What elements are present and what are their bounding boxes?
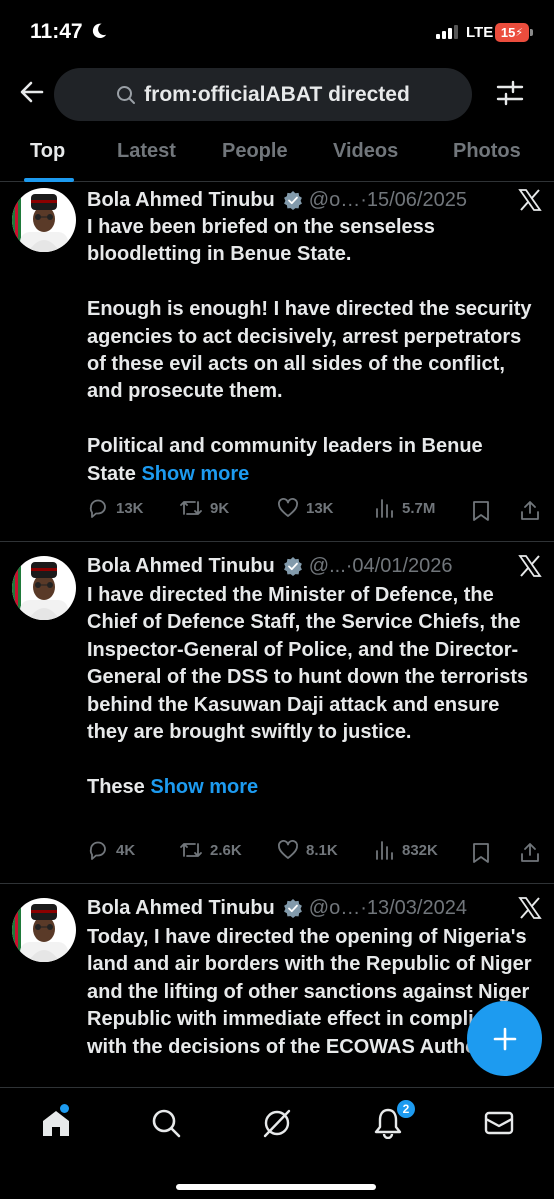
views-button[interactable]: 832K xyxy=(375,839,438,861)
like-button[interactable]: 8.1K xyxy=(277,839,338,861)
reply-count: 13K xyxy=(116,499,144,517)
tweet-date: ·13/03/2024 xyxy=(360,896,467,919)
battery-tip xyxy=(530,29,533,36)
tweet[interactable]: Bola Ahmed Tinubu @... ·04/01/2026 I hav… xyxy=(0,542,554,884)
tab-latest[interactable]: Latest xyxy=(117,140,176,163)
repost-icon xyxy=(180,501,202,515)
repost-count: 2.6K xyxy=(210,841,242,859)
avatar[interactable] xyxy=(12,188,76,252)
battery-icon: 15 ⚡ xyxy=(495,23,529,42)
tweet-paragraph-text: These xyxy=(87,775,145,798)
battery-level: 15 xyxy=(500,25,516,40)
tweet-paragraph: Political and community leaders in Benue… xyxy=(87,433,537,488)
repost-count: 9K xyxy=(210,499,230,517)
tweet-paragraph: Enough is enough! I have directed the se… xyxy=(87,298,532,403)
home-indicator xyxy=(176,1184,376,1190)
like-count: 13K xyxy=(306,499,334,517)
tab-top[interactable]: Top xyxy=(30,140,65,163)
reply-count: 4K xyxy=(116,841,136,859)
author-name[interactable]: Bola Ahmed Tinubu xyxy=(87,897,275,920)
tweet-header: Bola Ahmed Tinubu @o… ·13/03/2024 xyxy=(87,894,536,922)
views-icon xyxy=(376,841,393,860)
reply-icon xyxy=(89,841,106,860)
author-name[interactable]: Bola Ahmed Tinubu xyxy=(87,189,275,212)
author-handle: @o… xyxy=(308,188,361,211)
reply-button[interactable]: 13K xyxy=(87,497,144,519)
heart-icon xyxy=(278,498,298,517)
tweet-paragraph: These Show more xyxy=(87,774,537,801)
author-handle: @... xyxy=(308,554,346,577)
tweet[interactable]: Bola Ahmed Tinubu @o… ·15/06/2025 I have… xyxy=(0,183,554,542)
tweet-date: ·15/06/2025 xyxy=(360,188,467,211)
avatar-image xyxy=(12,188,76,252)
plus-icon xyxy=(493,1027,516,1050)
tweet-paragraph: I have directed the Minister of Defence,… xyxy=(87,584,529,744)
messages-icon[interactable] xyxy=(483,1107,515,1139)
moon-icon xyxy=(92,23,107,39)
network-label: LTE xyxy=(466,24,494,41)
show-more-link[interactable]: Show more xyxy=(141,463,249,485)
tweet-header: Bola Ahmed Tinubu @o… ·15/06/2025 xyxy=(87,186,536,214)
search-results-feed[interactable]: Bola Ahmed Tinubu @o… ·15/06/2025 I have… xyxy=(0,183,554,1087)
search-settings-icon[interactable] xyxy=(495,78,525,108)
avatar-image xyxy=(12,898,76,962)
views-button[interactable]: 5.7M xyxy=(375,497,435,519)
search-icon[interactable] xyxy=(150,1107,182,1139)
share-icon[interactable] xyxy=(519,841,541,863)
reply-button[interactable]: 4K xyxy=(87,839,135,861)
compose-button[interactable] xyxy=(467,1001,542,1076)
tab-videos[interactable]: Videos xyxy=(333,140,398,163)
avatar-image xyxy=(12,556,76,620)
author-name[interactable]: Bola Ahmed Tinubu xyxy=(87,555,275,578)
tab-people[interactable]: People xyxy=(222,140,288,163)
tweet-text[interactable]: I have directed the Minister of Defence,… xyxy=(87,582,537,801)
notification-badge: 2 xyxy=(395,1098,417,1120)
back-arrow-icon[interactable] xyxy=(18,78,46,106)
x-logo-icon xyxy=(518,897,542,919)
tweet-text[interactable]: I have been briefed on the senseless blo… xyxy=(87,214,537,488)
repost-button[interactable]: 9K xyxy=(179,497,229,519)
verified-badge-icon xyxy=(283,191,302,210)
verified-badge-icon xyxy=(283,557,302,576)
like-count: 8.1K xyxy=(306,841,338,859)
tweet-actions: 13K 9K 13K 5.7M xyxy=(87,497,547,527)
share-icon[interactable] xyxy=(519,499,541,521)
tweet-date: ·04/01/2026 xyxy=(345,554,453,577)
bookmark-icon[interactable] xyxy=(472,500,490,522)
status-time: 11:47 xyxy=(30,20,83,43)
avatar[interactable] xyxy=(12,898,76,962)
status-bar: 11:47 LTE 15 ⚡ xyxy=(0,0,554,64)
new-posts-dot xyxy=(60,1104,69,1113)
tweet-paragraph: I have been briefed on the senseless blo… xyxy=(87,216,435,266)
view-count: 832K xyxy=(402,841,438,859)
like-button[interactable]: 13K xyxy=(277,497,334,519)
repost-button[interactable]: 2.6K xyxy=(179,839,242,861)
show-more-link[interactable]: Show more xyxy=(150,776,258,798)
bookmark-icon[interactable] xyxy=(472,842,490,864)
bottom-navigation: 2 xyxy=(0,1087,554,1199)
heart-icon xyxy=(278,840,298,859)
search-input[interactable]: from:officialABAT directed xyxy=(54,68,472,121)
avatar[interactable] xyxy=(12,556,76,620)
view-count: 5.7M xyxy=(402,499,436,517)
tweet-header: Bola Ahmed Tinubu @... ·04/01/2026 xyxy=(87,552,536,580)
tab-photos[interactable]: Photos xyxy=(453,140,521,163)
repost-icon xyxy=(180,843,202,857)
tweet-actions: 4K 2.6K 8.1K 832K xyxy=(87,839,547,869)
search-header: from:officialABAT directed xyxy=(0,64,554,126)
search-query: from:officialABAT directed xyxy=(144,82,410,106)
verified-badge-icon xyxy=(283,899,302,918)
signal-icon xyxy=(436,25,458,39)
reply-icon xyxy=(89,499,106,518)
active-tab-indicator xyxy=(24,178,74,182)
views-icon xyxy=(376,499,393,518)
search-tabs: Top Latest People Videos Photos xyxy=(0,128,554,182)
grok-icon[interactable] xyxy=(261,1107,293,1139)
x-logo-icon xyxy=(518,189,542,211)
search-icon xyxy=(117,85,136,104)
x-logo-icon xyxy=(518,555,542,577)
author-handle: @o… xyxy=(308,896,361,919)
